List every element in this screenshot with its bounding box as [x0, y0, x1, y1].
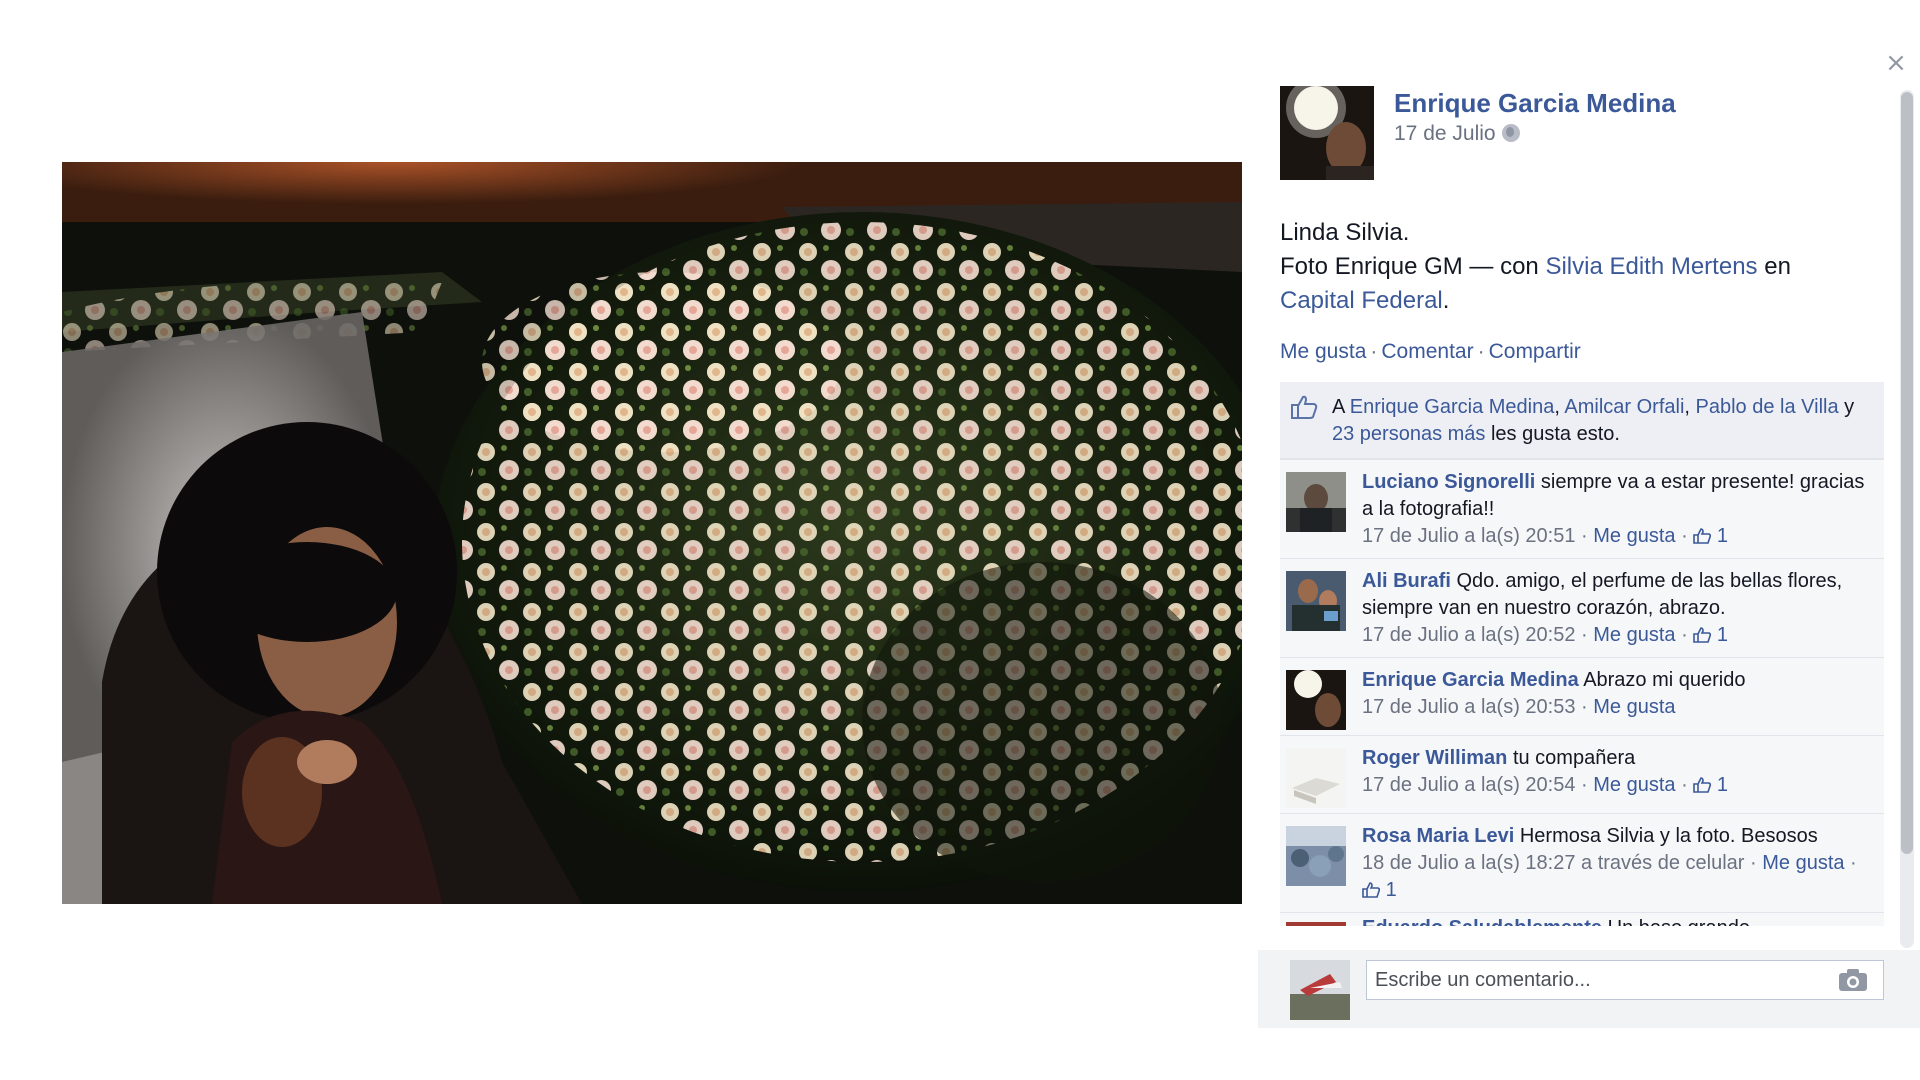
comment-like-count[interactable]: 1	[1693, 624, 1728, 646]
commenter-avatar[interactable]	[1286, 748, 1346, 808]
comment-meta: 17 de Julio a la(s) 20:52 · Me gusta · 1	[1362, 624, 1728, 646]
action-separator: ·	[1477, 340, 1485, 363]
liker-link[interactable]: Enrique Garcia Medina	[1350, 396, 1555, 418]
comment-like-link[interactable]: Me gusta	[1593, 774, 1675, 796]
author-avatar[interactable]	[1280, 86, 1374, 180]
comment-meta: 18 de Julio a la(s) 18:27 a través de ce…	[1362, 852, 1857, 901]
camera-icon[interactable]	[1838, 968, 1868, 992]
likes-sep: ,	[1684, 396, 1696, 418]
comment-text: Hermosa Silvia y la foto. Besosos	[1514, 825, 1818, 847]
comment-link[interactable]: Comentar	[1381, 340, 1473, 363]
post-side-panel: Enrique Garcia Medina 17 de Julio Linda …	[1258, 70, 1920, 1030]
commenter-avatar[interactable]	[1286, 826, 1346, 886]
comment-meta: 17 de Julio a la(s) 20:54 · Me gusta · 1	[1362, 774, 1728, 796]
comment-time[interactable]: 17 de Julio a la(s) 20:53	[1362, 696, 1575, 718]
action-separator: ·	[1370, 340, 1378, 363]
post-text: Linda Silvia. Foto Enrique GM — con Silv…	[1280, 216, 1880, 318]
comment-meta: 17 de Julio a la(s) 20:53 · Me gusta	[1362, 696, 1676, 718]
comments-scroll-area[interactable]: A Enrique Garcia Medina, Amilcar Orfali,…	[1280, 382, 1884, 952]
current-user-avatar[interactable]	[1290, 960, 1350, 1020]
like-count-value[interactable]: 1	[1717, 525, 1728, 547]
thumbs-up-icon	[1291, 395, 1318, 419]
post-text-prefix: Foto Enrique GM — con	[1280, 253, 1546, 280]
comment-like-count[interactable]: 1	[1362, 879, 1397, 901]
comment-text: Abrazo mi querido	[1578, 669, 1746, 691]
commenter-name[interactable]: Rosa Maria Levi	[1362, 825, 1514, 847]
share-link[interactable]: Compartir	[1489, 340, 1581, 363]
commenter-name[interactable]: Ali Burafi	[1362, 570, 1451, 592]
comment-composer	[1258, 950, 1920, 1028]
post-photo[interactable]	[62, 162, 1242, 904]
photo-image	[62, 162, 1242, 904]
thumbs-up-icon	[1693, 627, 1712, 643]
liker-link[interactable]: Amilcar Orfali	[1564, 396, 1684, 418]
post-text-line2: Foto Enrique GM — con Silvia Edith Merte…	[1280, 250, 1880, 284]
commenter-avatar[interactable]	[1286, 472, 1346, 532]
comment-like-count[interactable]: 1	[1693, 774, 1728, 796]
likes-others-link[interactable]: 23 personas más	[1332, 423, 1485, 445]
comment-time[interactable]: 17 de Julio a la(s) 20:54	[1362, 774, 1575, 796]
commenter-name[interactable]: Enrique Garcia Medina	[1362, 669, 1579, 691]
comment-item-partial: Eduardo Saludablemente Un beso grande	[1280, 912, 1884, 926]
commenter-avatar[interactable]	[1286, 670, 1346, 730]
comment-text: Un beso grande	[1602, 917, 1750, 926]
comment-item: Luciano Signorelli siempre va a estar pr…	[1280, 459, 1884, 558]
post-text-line3: Capital Federal.	[1280, 284, 1880, 318]
tagged-person-link[interactable]: Silvia Edith Mertens	[1545, 253, 1757, 280]
like-count-value[interactable]: 1	[1386, 879, 1397, 901]
post-date[interactable]: 17 de Julio	[1394, 122, 1520, 146]
comment-time[interactable]: 17 de Julio a la(s) 20:52	[1362, 624, 1575, 646]
commenter-name[interactable]: Roger Williman	[1362, 747, 1507, 769]
commenter-name[interactable]: Eduardo Saludablemente	[1362, 917, 1602, 926]
comment-meta: 17 de Julio a la(s) 20:51 · Me gusta · 1	[1362, 525, 1728, 547]
thumbs-up-icon	[1693, 777, 1712, 793]
comment-like-link[interactable]: Me gusta	[1593, 624, 1675, 646]
location-link[interactable]: Capital Federal	[1280, 287, 1443, 314]
author-name[interactable]: Enrique Garcia Medina	[1394, 88, 1676, 119]
post-text-line1: Linda Silvia.	[1280, 219, 1410, 246]
likes-suffix: les gusta esto.	[1485, 423, 1620, 445]
comment-like-link[interactable]: Me gusta	[1593, 696, 1675, 718]
thumbs-up-icon	[1362, 882, 1380, 898]
commenter-avatar[interactable]	[1286, 571, 1346, 631]
comment-text: tu compañera	[1507, 747, 1636, 769]
thumbs-up-icon	[1693, 528, 1712, 544]
post-text-mid: en	[1757, 253, 1791, 280]
like-count-value[interactable]: 1	[1717, 774, 1728, 796]
globe-icon	[1501, 124, 1520, 142]
likes-mid: y	[1838, 396, 1855, 418]
comment-input[interactable]	[1366, 960, 1884, 1000]
comment-item: Roger Williman tu compañera 17 de Julio …	[1280, 735, 1884, 813]
post-actions: Me gusta · Comentar · Compartir	[1280, 340, 1581, 364]
post-text-end: .	[1442, 287, 1450, 314]
liker-link[interactable]: Pablo de la Villa	[1696, 396, 1839, 418]
comment-like-count[interactable]: 1	[1693, 525, 1728, 547]
comment-time[interactable]: 17 de Julio a la(s) 20:51	[1362, 525, 1575, 547]
comment-item: Ali Burafi Qdo. amigo, el perfume de las…	[1280, 558, 1884, 657]
comment-like-link[interactable]: Me gusta	[1593, 525, 1675, 547]
commenter-avatar[interactable]	[1286, 915, 1346, 926]
like-count-value[interactable]: 1	[1717, 624, 1728, 646]
comment-item: Enrique Garcia Medina Abrazo mi querido …	[1280, 657, 1884, 735]
likes-prefix: A	[1332, 396, 1350, 418]
likes-sep: ,	[1554, 396, 1565, 418]
commenter-name[interactable]: Luciano Signorelli	[1362, 471, 1535, 493]
comment-time[interactable]: 18 de Julio a la(s) 18:27 a través de ce…	[1362, 852, 1744, 874]
comment-item: Rosa Maria Levi Hermosa Silvia y la foto…	[1280, 813, 1884, 912]
comment-like-link[interactable]: Me gusta	[1762, 852, 1844, 874]
like-link[interactable]: Me gusta	[1280, 340, 1366, 363]
likes-summary: A Enrique Garcia Medina, Amilcar Orfali,…	[1280, 382, 1884, 459]
post-date-text[interactable]: 17 de Julio	[1394, 122, 1496, 145]
